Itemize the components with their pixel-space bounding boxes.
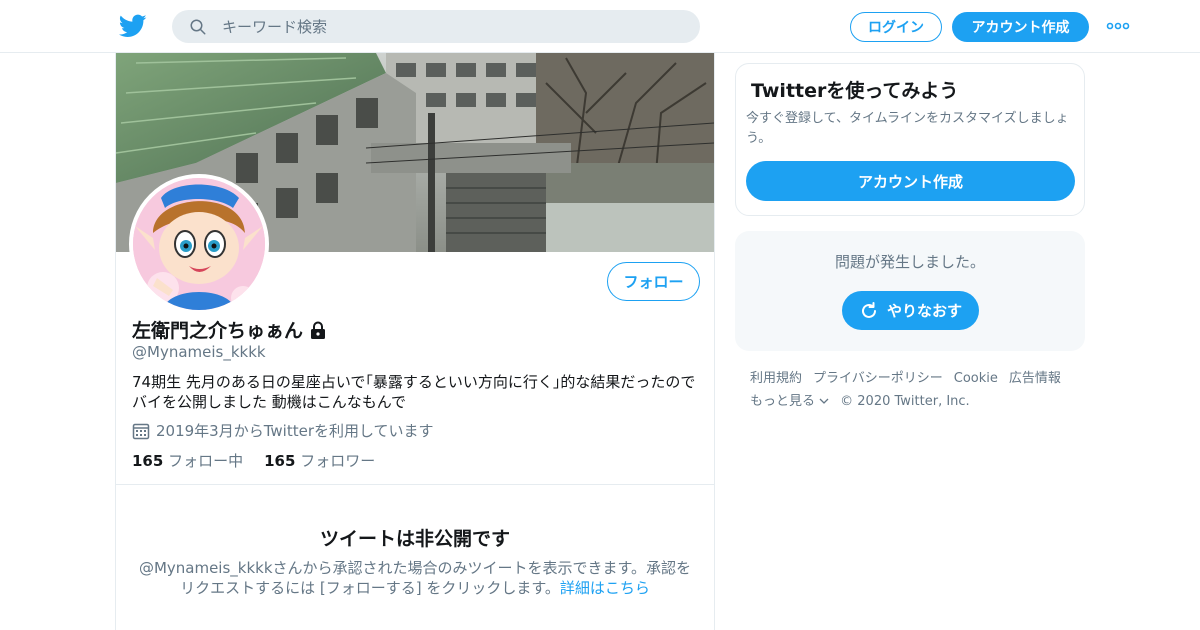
following-count-link[interactable]: 165 フォロー中 xyxy=(132,450,243,471)
search-box[interactable] xyxy=(172,10,700,43)
followers-label: フォロワー xyxy=(300,452,376,470)
protected-title: ツイートは非公開です xyxy=(319,528,510,550)
footer-links: 利用規約 プライバシーポリシー Cookie 広告情報 もっと見る © 2020… xyxy=(750,367,1080,413)
chevron-down-icon xyxy=(819,398,829,404)
more-dots-icon[interactable] xyxy=(1106,16,1130,36)
profile-name-text: 左衛門之介ちゅぁん xyxy=(132,320,304,342)
protected-message: @Mynameis_kkkkさんから承認された場合のみツイートを表示できます。承… xyxy=(136,558,694,598)
signup-card-title: Twitterを使ってみよう xyxy=(751,80,959,102)
signup-card: Twitterを使ってみよう 今すぐ登録して、タイムラインをカスタマイズしましょ… xyxy=(735,63,1085,216)
footer-more-link[interactable]: もっと見る xyxy=(750,390,829,413)
search-icon xyxy=(190,19,206,35)
error-card: 問題が発生しました。 やりなおす xyxy=(735,231,1085,351)
error-message: 問題が発生しました。 xyxy=(834,253,985,271)
following-count: 165 xyxy=(132,452,164,470)
profile-name: 左衛門之介ちゅぁん xyxy=(132,316,328,343)
signup-button[interactable]: アカウント作成 xyxy=(952,12,1089,42)
avatar[interactable] xyxy=(129,174,269,314)
retry-label: やりなおす xyxy=(886,302,962,320)
joined-date: 2019年3月からTwitterを利用しています xyxy=(132,420,434,441)
refresh-icon xyxy=(862,301,876,318)
footer-link-cookie[interactable]: Cookie xyxy=(954,367,998,390)
footer-link-ads[interactable]: 広告情報 xyxy=(1009,367,1061,390)
footer-link-terms[interactable]: 利用規約 xyxy=(750,367,802,390)
footer-copyright: © 2020 Twitter, Inc. xyxy=(840,394,970,409)
twitter-bird-icon[interactable] xyxy=(119,12,147,40)
calendar-icon xyxy=(132,423,150,439)
signup-card-button[interactable]: アカウント作成 xyxy=(746,161,1075,201)
signup-card-subtitle: 今すぐ登録して、タイムラインをカスタマイズしましょう。 xyxy=(746,111,1069,146)
learn-more-link[interactable]: 詳細はこちら xyxy=(560,579,650,597)
login-button[interactable]: ログイン xyxy=(850,12,942,42)
retry-button[interactable]: やりなおす xyxy=(842,291,979,330)
top-navigation-bar: ログイン アカウント作成 xyxy=(0,0,1200,53)
section-divider xyxy=(116,484,714,485)
profile-bio: 74期生 先月のある日の星座占いで｢暴露するといい方向に行く｣的な結果だったので… xyxy=(132,373,696,411)
followers-count-link[interactable]: 165 フォロワー xyxy=(264,450,375,471)
follow-button[interactable]: フォロー xyxy=(607,262,700,301)
followers-count: 165 xyxy=(264,452,296,470)
following-label: フォロー中 xyxy=(168,452,244,470)
avatar-image xyxy=(133,178,265,310)
footer-more-label: もっと見る xyxy=(750,394,816,409)
joined-text: 2019年3月からTwitterを利用しています xyxy=(156,422,434,440)
search-input[interactable] xyxy=(222,10,682,43)
lock-icon xyxy=(311,321,326,339)
profile-column: フォロー 左衛門之介ちゅぁん @Mynameis_kkkk 74期生 先月のある… xyxy=(115,53,715,630)
profile-handle: @Mynameis_kkkk xyxy=(132,343,266,361)
follow-counts: 165 フォロー中 165 フォロワー xyxy=(132,450,396,471)
footer-link-privacy[interactable]: プライバシーポリシー xyxy=(813,367,943,390)
